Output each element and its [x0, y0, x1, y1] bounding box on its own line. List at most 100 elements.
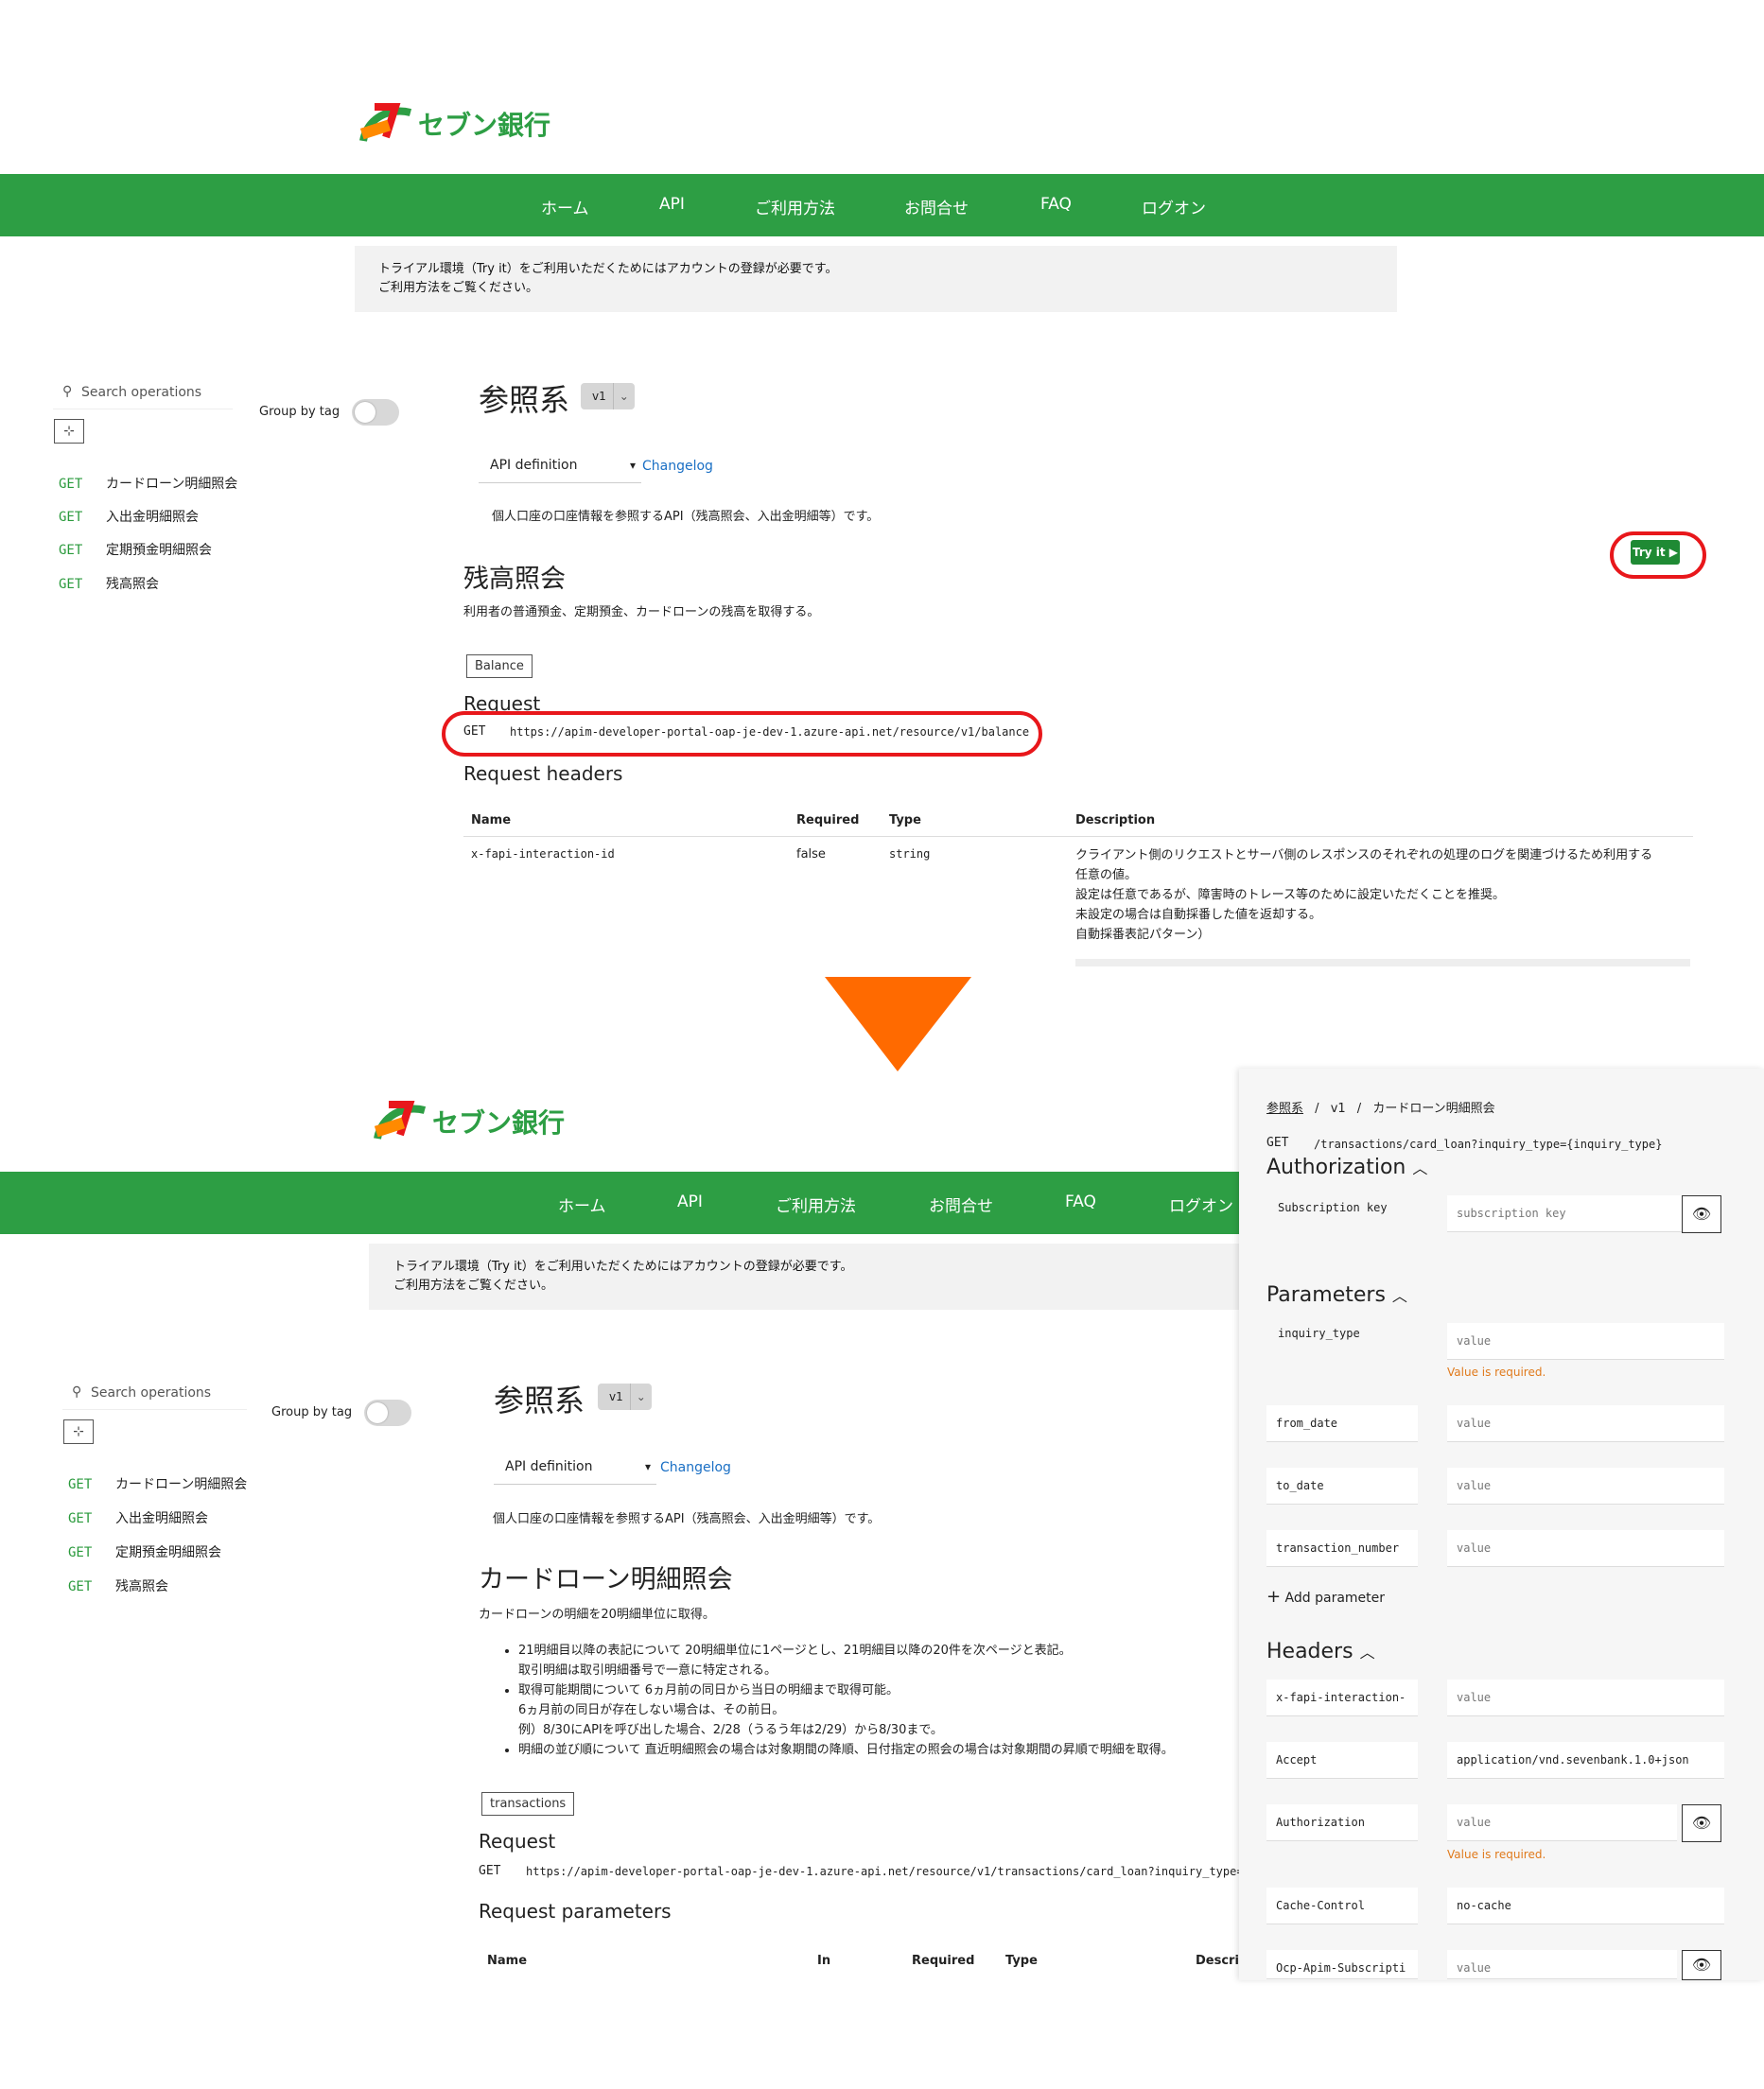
sidebar-op-deposit-withdrawal-2[interactable]: GET 入出金明細照会 — [68, 1508, 208, 1527]
nav-usage[interactable]: ご利用方法 — [755, 195, 835, 218]
breadcrumb-version[interactable]: v1 — [1331, 1102, 1346, 1116]
header-name-authorization[interactable]: Authorization — [1266, 1804, 1418, 1841]
param-name-to-date[interactable]: to_date — [1266, 1468, 1418, 1505]
operation-tag[interactable]: Balance — [466, 654, 533, 678]
param-name-from-date[interactable]: from_date — [1266, 1405, 1418, 1442]
search-placeholder: Search operations — [81, 385, 202, 400]
header-name-accept[interactable]: Accept — [1266, 1742, 1418, 1779]
search-input-2[interactable]: ⚲ Search operations — [62, 1381, 247, 1410]
filter-icon[interactable]: ⊹ — [54, 419, 84, 444]
note-item: 明細の並び順について 直近明細照会の場合は対象期間の降順、日付指定の照会の場合は… — [518, 1740, 1174, 1760]
logo-text: セブン銀行 — [418, 110, 551, 141]
nav-faq[interactable]: FAQ — [1040, 195, 1072, 214]
nav-api[interactable]: API — [677, 1192, 703, 1211]
changelog-link[interactable]: Changelog — [642, 459, 713, 474]
eye-icon[interactable]: 👁 — [1682, 1195, 1721, 1233]
headers-heading[interactable]: Headers ︿ — [1266, 1640, 1375, 1663]
add-parameter-button[interactable]: + Add parameter — [1266, 1587, 1385, 1607]
changelog-link-2[interactable]: Changelog — [660, 1460, 731, 1475]
th-description-2: Descri — [1196, 1954, 1239, 1968]
header-name-cache-control[interactable]: Cache-Control — [1266, 1888, 1418, 1924]
api-definition-select[interactable]: API definition ▾ — [479, 448, 641, 483]
sidebar-op-time-deposit[interactable]: GET 定期預金明細照会 — [59, 540, 212, 559]
nav-usage[interactable]: ご利用方法 — [776, 1192, 856, 1216]
api-description: 個人口座の口座情報を参照するAPI（残高照会、入出金明細等）です。 — [492, 510, 880, 524]
seven-bank-logo-icon — [359, 103, 412, 142]
search-input[interactable]: ⚲ Search operations — [53, 380, 233, 409]
th-name-2: Name — [487, 1954, 528, 1968]
nav-home[interactable]: ホーム — [541, 195, 589, 218]
header-name-ocp-apim[interactable]: Ocp-Apim-Subscripti — [1266, 1950, 1418, 1979]
param-name-transaction-number[interactable]: transaction_number — [1266, 1530, 1418, 1567]
try-it-button[interactable]: Try it ▶ — [1631, 540, 1680, 565]
th-type: Type — [889, 813, 921, 827]
top-navbar-2: ホーム API ご利用方法 お問合せ FAQ ログオン — [0, 1172, 1239, 1234]
operation-description-2: カードローンの明細を20明細単位に取得。 — [479, 1608, 715, 1622]
breadcrumb-operation: カードローン明細照会 — [1372, 1102, 1495, 1116]
header-required: false — [796, 847, 826, 862]
notice-line-1: トライアル環境（Try it）をご利用いただくためにはアカウントの登録が必要です… — [378, 262, 838, 276]
sidebar-op-card-loan[interactable]: GET カードローン明細照会 — [59, 474, 237, 493]
search-icon: ⚲ — [72, 1384, 82, 1400]
param-input-inquiry-type[interactable]: value — [1447, 1323, 1724, 1360]
parameters-heading[interactable]: Parameters ︿ — [1266, 1283, 1407, 1307]
param-input-transaction-number[interactable]: value — [1447, 1530, 1724, 1567]
play-icon: ▶ — [1668, 546, 1679, 559]
param-input-to-date[interactable]: value — [1447, 1468, 1724, 1505]
sidebar-op-deposit-withdrawal[interactable]: GET 入出金明細照会 — [59, 507, 199, 526]
header-description: クライアント側のリクエストとサーバ側のレスポンスのそれぞれの処理のログを関連づけ… — [1075, 848, 1653, 942]
th-in: In — [817, 1954, 831, 1968]
subscription-key-input[interactable]: subscription key — [1447, 1195, 1688, 1232]
eye-icon[interactable]: 👁 — [1682, 1804, 1721, 1842]
filter-icon[interactable]: ⊹ — [63, 1419, 94, 1444]
operation-tag-2[interactable]: transactions — [481, 1792, 575, 1816]
authorization-heading[interactable]: Authorization ︿ — [1266, 1156, 1427, 1179]
header-input-x-fapi[interactable]: value — [1447, 1680, 1724, 1716]
th-required: Required — [796, 813, 860, 827]
header-error-authorization: Value is required. — [1447, 1848, 1546, 1861]
group-by-tag-toggle[interactable] — [352, 399, 399, 426]
nav-api[interactable]: API — [659, 195, 685, 214]
th-type-2: Type — [1005, 1954, 1038, 1968]
header-input-accept[interactable]: application/vnd.sevenbank.1.0+json — [1447, 1742, 1724, 1779]
sidebar-op-time-deposit-2[interactable]: GET 定期預金明細照会 — [68, 1542, 221, 1561]
nav-logon[interactable]: ログオン — [1142, 195, 1206, 218]
nav-contact[interactable]: お問合せ — [929, 1192, 993, 1216]
request-verb-2: GET — [479, 1864, 501, 1878]
group-by-tag-toggle-2[interactable] — [364, 1400, 411, 1426]
th-required-2: Required — [912, 1954, 975, 1968]
api-title: 参照系 — [479, 382, 570, 418]
nav-home[interactable]: ホーム — [558, 1192, 606, 1216]
table-divider — [463, 836, 1693, 837]
param-input-from-date[interactable]: value — [1447, 1405, 1724, 1442]
brand-logo-2[interactable]: セブン銀行 — [372, 1097, 570, 1144]
version-selector-2[interactable]: v1 ⌄ — [598, 1384, 652, 1410]
breadcrumb-api[interactable]: 参照系 — [1266, 1102, 1303, 1116]
header-name-x-fapi[interactable]: x-fapi-interaction- — [1266, 1680, 1418, 1716]
nav-faq[interactable]: FAQ — [1065, 1192, 1096, 1211]
header-input-authorization[interactable]: value — [1447, 1804, 1677, 1841]
group-by-tag-label: Group by tag — [259, 405, 341, 419]
request-verb: GET — [463, 724, 486, 739]
api-definition-select-2[interactable]: API definition ▾ — [494, 1450, 656, 1485]
brand-logo[interactable]: セブン銀行 — [358, 99, 556, 147]
chevron-up-icon: ︿ — [1412, 1159, 1428, 1177]
sidebar-op-balance[interactable]: GET 残高照会 — [59, 574, 159, 593]
header-input-ocp-apim[interactable]: value — [1447, 1950, 1677, 1979]
logo-text: セブン銀行 — [432, 1107, 566, 1139]
subscription-key-label: Subscription key — [1278, 1201, 1388, 1214]
eye-icon[interactable]: 👁 — [1682, 1950, 1721, 1980]
nav-contact[interactable]: お問合せ — [904, 195, 969, 218]
operation-notes: 21明細目以降の表記について 20明細単位に1ページとし、21明細目以降の20件… — [479, 1641, 1174, 1760]
request-headers-heading: Request headers — [463, 762, 623, 785]
scrollbar[interactable] — [1075, 959, 1690, 966]
nav-logon[interactable]: ログオン — [1169, 1192, 1233, 1216]
sidebar-op-card-loan-2[interactable]: GET カードローン明細照会 — [68, 1474, 247, 1493]
header-input-cache-control[interactable]: no-cache — [1447, 1888, 1724, 1924]
version-selector[interactable]: v1 ⌄ — [581, 383, 635, 409]
search-icon: ⚲ — [62, 384, 73, 399]
sidebar-op-balance-2[interactable]: GET 残高照会 — [68, 1576, 168, 1595]
notice-line-2: ご利用方法をご覧ください。 — [378, 281, 539, 295]
group-by-tag-label-2: Group by tag — [271, 1405, 353, 1419]
top-navbar: ホーム API ご利用方法 お問合せ FAQ ログオン — [0, 174, 1764, 236]
